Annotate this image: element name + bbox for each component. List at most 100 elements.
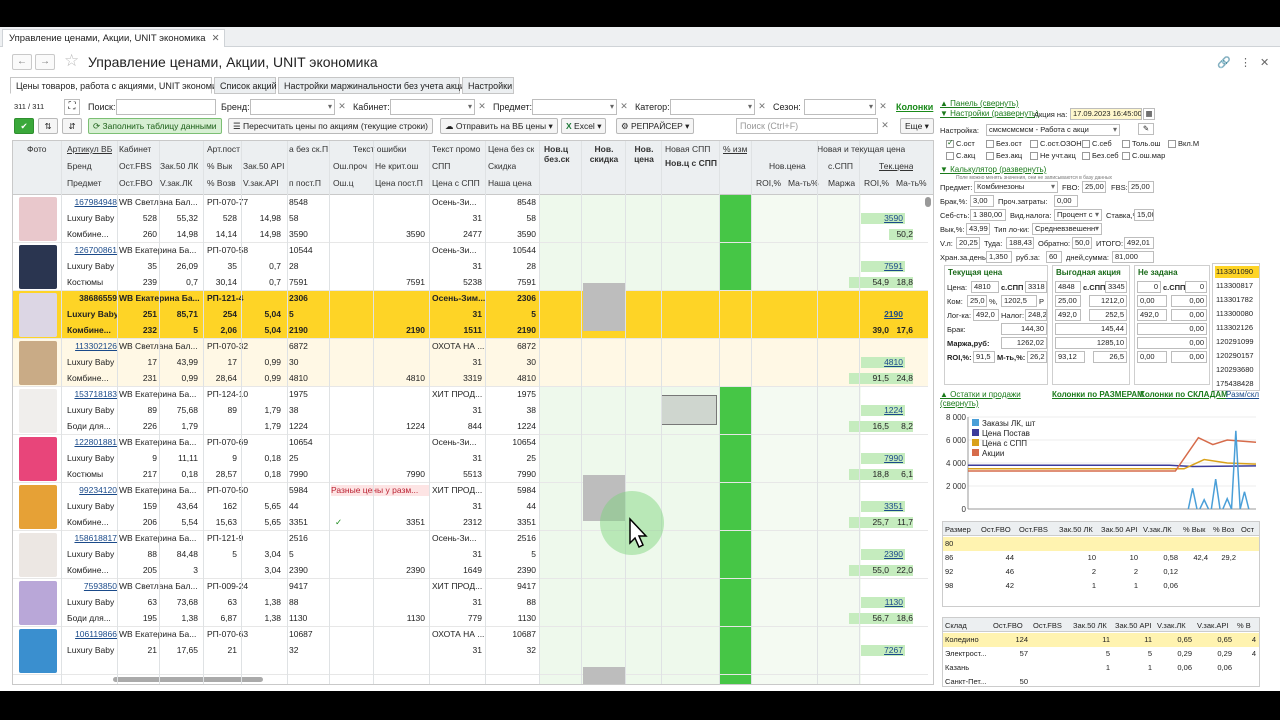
table-row[interactable]: 158618817 WB Екатерина Ба... РП-121-9 2516 О… — [13, 531, 928, 579]
article-id-item[interactable]: 113300817 — [1215, 280, 1259, 292]
kom-value-input[interactable]: 1202,5 — [1001, 295, 1037, 307]
col-osh-proch[interactable]: Ош.проч — [333, 161, 367, 171]
column-header[interactable]: V.зак.ЛК — [1143, 525, 1180, 534]
calc-proch-input[interactable]: 0,00 — [1054, 195, 1078, 207]
col-subject[interactable]: Предмет — [67, 178, 102, 188]
category-clear-icon[interactable]: ✕ — [756, 99, 768, 115]
article-cell[interactable]: 122801881 — [67, 437, 117, 448]
table-row[interactable]: 98 42 1 1 0,06 — [943, 579, 1259, 593]
column-header[interactable]: Зак.50 API — [1101, 525, 1140, 534]
col-new-discount[interactable]: Нов. скидка — [589, 144, 619, 164]
col-roi-new[interactable]: ROI,% — [756, 178, 781, 188]
cur-price-cell[interactable]: 4810 — [861, 357, 905, 368]
col-p-post[interactable]: п пост.П — [289, 178, 321, 188]
col-our-price[interactable]: Наша цена — [488, 178, 532, 188]
col-price-bez-sk[interactable]: Цена без ск — [488, 144, 534, 154]
col-mt-new[interactable]: Ма-ть% — [788, 178, 819, 188]
calc-fbo-input[interactable]: 25,00 — [1082, 181, 1106, 193]
column-header[interactable]: V.зак.ЛК — [1157, 621, 1194, 630]
column-header[interactable]: Склад — [945, 621, 990, 630]
col-ost-fbo[interactable]: Ост.FBO — [119, 178, 153, 188]
window-tab[interactable]: Управление ценами, Акции, UNIT экономика… — [2, 29, 225, 47]
ns-brak-input[interactable]: 0,00 — [1137, 323, 1207, 335]
calc-itogo-input[interactable]: 492,01 — [1124, 237, 1154, 249]
column-header[interactable]: V.зак.API — [1197, 621, 1234, 630]
checkbox-s-seb[interactable]: С.себ — [1082, 139, 1112, 149]
season-select[interactable] — [804, 99, 876, 115]
cur-price-cell[interactable]: 1130 — [861, 597, 905, 608]
tab-actions-list[interactable]: Список акций — [214, 77, 277, 94]
best-brak-input[interactable]: 145,44 — [1055, 323, 1127, 335]
column-header[interactable]: % В — [1237, 621, 1258, 630]
best-kom-pct-input[interactable]: 25,00 — [1055, 295, 1081, 307]
calc-tip-select[interactable]: Средневзвешенн — [1032, 223, 1102, 235]
col-new-cur[interactable]: Новая и текущая цена — [817, 144, 905, 154]
col-text-error[interactable]: Текст ошибки — [353, 144, 406, 154]
table-row[interactable]: 92 46 2 2 0,12 — [943, 565, 1259, 579]
brand-select[interactable] — [250, 99, 335, 115]
fill-table-button[interactable]: ⟳ Заполнить таблицу данными — [88, 118, 222, 134]
best-cspp-input[interactable]: 3345 — [1105, 281, 1127, 293]
table-row[interactable]: 113302126 WB Светлана Бал... РП-070-32 6872… — [13, 339, 928, 387]
col-new-c-bez-sk[interactable]: Нов.ц без.ск — [544, 144, 584, 164]
column-header[interactable]: Ост.FBO — [993, 621, 1030, 630]
column-header[interactable]: Ост — [1241, 525, 1258, 534]
back-button[interactable]: ← — [12, 54, 32, 70]
tab-margin-settings[interactable]: Настройки маржинальности без учета акций — [278, 77, 470, 94]
col-new-price[interactable]: Нов. цена — [630, 144, 658, 164]
column-header[interactable]: Зак.50 ЛК — [1059, 525, 1098, 534]
article-cell[interactable]: 99234120 — [67, 485, 117, 496]
column-header[interactable]: Размер — [945, 525, 978, 534]
ns-log-input[interactable]: 492,0 — [1137, 309, 1167, 321]
tab-prices[interactable]: Цены товаров, работа с акциями, UNIT эко… — [10, 77, 226, 94]
table-row[interactable]: Коледино 124 11 11 0,65 0,65 4 — [943, 633, 1259, 647]
article-id-item[interactable]: 120293680 — [1215, 364, 1259, 376]
calc-hran-input[interactable]: 1,350 — [986, 251, 1012, 263]
best-nalog-input[interactable]: 252,5 — [1089, 309, 1127, 321]
cur-price-cell[interactable]: 7990 — [861, 453, 905, 464]
col-roi[interactable]: ROI,% — [864, 178, 889, 188]
mt-input[interactable]: 26,2 — [1027, 351, 1047, 363]
table-row[interactable]: 80 — [943, 537, 1259, 551]
calc-brak-input[interactable]: 3,00 — [970, 195, 994, 207]
column-header[interactable]: % Вык — [1183, 525, 1210, 534]
more-menu-icon[interactable]: ⋮ — [1240, 56, 1251, 69]
search-input[interactable] — [116, 99, 216, 115]
calc-vid-select[interactable]: Процент с — [1054, 209, 1102, 221]
col-brand[interactable]: Бренд — [67, 161, 92, 171]
calc-subject-select[interactable]: Комбинезоны — [974, 181, 1058, 193]
recalc-button[interactable]: ☰ Пересчитать цены по акциям (текущие ст… — [228, 118, 434, 134]
cur-price-cell[interactable]: 3590 — [861, 213, 905, 224]
calc-tuda-input[interactable]: 188,43 — [1006, 237, 1034, 249]
size-warehouse-link[interactable]: Разм/скл — [1226, 390, 1259, 399]
settings-expand-link[interactable]: ▼ Настройки (развернуть) — [940, 109, 1039, 118]
checkbox-ne-uch-akc[interactable]: Не учт.акц — [1030, 151, 1076, 161]
col-new-price2[interactable]: Нов.цена — [769, 161, 806, 171]
log-input[interactable]: 492,0 — [973, 309, 999, 321]
calc-seb-input[interactable]: 1 380,00 — [970, 209, 1006, 221]
col-cur-price[interactable]: Тек.цена — [879, 161, 913, 171]
article-id-item[interactable]: 175438428 — [1215, 378, 1259, 390]
cur-price-cell[interactable]: 7267 — [861, 645, 905, 656]
col-new-spp[interactable]: Новая СПП — [665, 144, 710, 154]
checkbox-bez-seb[interactable]: Без.себ — [1082, 151, 1119, 161]
calc-vl-input[interactable]: 20,25 — [956, 237, 980, 249]
link-icon[interactable]: 🔗 — [1217, 56, 1231, 69]
table-row[interactable]: 153718183 WB Екатерина Ба... РП-124-10 1975… — [13, 387, 928, 435]
col-vzak-api[interactable]: V.зак.API — [243, 178, 279, 188]
col-ost-fbs[interactable]: Ост.FBS — [119, 161, 152, 171]
col-price-spp[interactable]: Цена с СПП — [432, 178, 480, 188]
best-price-input[interactable]: 4848 — [1055, 281, 1081, 293]
table-row[interactable]: 86 44 10 10 0,58 42,4 29,2 — [943, 551, 1259, 565]
col-pct-vyk[interactable]: % Вык — [207, 161, 232, 171]
checkbox-s-osh-mar[interactable]: С.ош.мар — [1122, 151, 1165, 161]
table-row[interactable]: 126700861 WB Екатерина Ба... РП-070-58 1054… — [13, 243, 928, 291]
col-pct-change[interactable]: % изм — [723, 144, 747, 154]
forward-button[interactable]: → — [35, 54, 55, 70]
panel-collapse-link[interactable]: ▲ Панель (свернуть) — [940, 99, 1019, 108]
column-header[interactable]: Ост.FBS — [1019, 525, 1056, 534]
column-header[interactable]: Зак.50 ЛК — [1073, 621, 1112, 630]
stocks-collapse-link[interactable]: ▲ Остатки и продажи (свернуть) — [940, 390, 1040, 408]
col-article[interactable]: Артикул ВБ — [67, 144, 112, 154]
article-cell[interactable]: 7593850 — [67, 581, 117, 592]
